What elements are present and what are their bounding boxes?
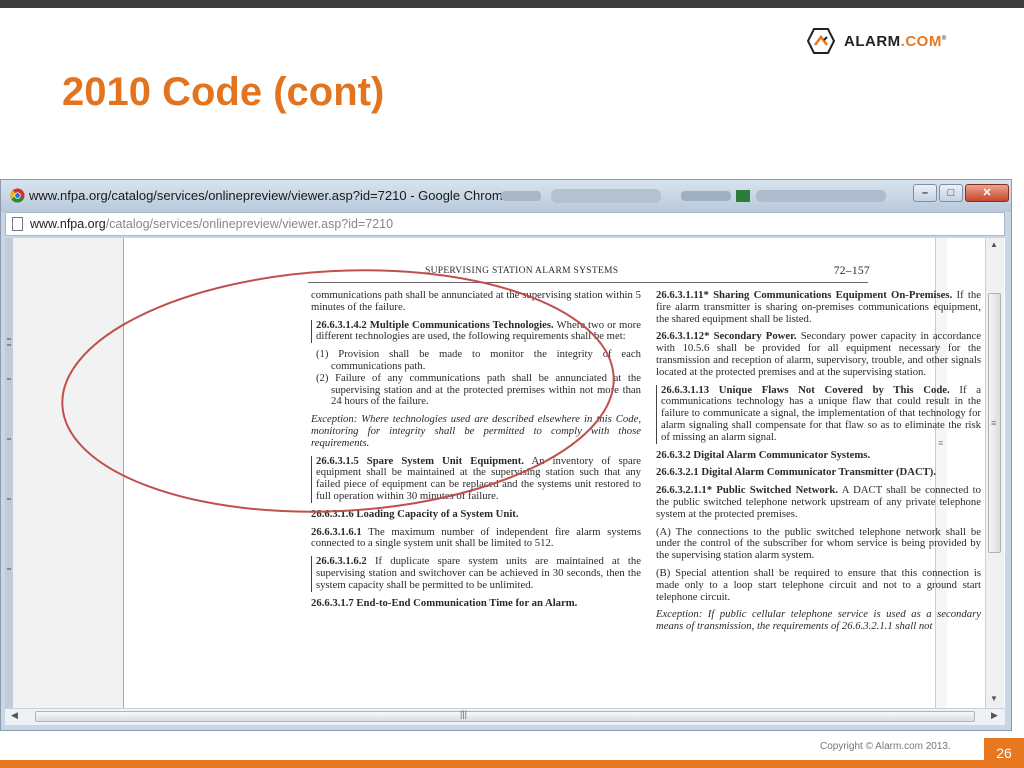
list-item: (1) Provision shall be made to monitor t…: [316, 348, 641, 372]
right-column: 26.6.3.1.11* Sharing Communications Equi…: [656, 289, 981, 639]
paragraph: communications path shall be annunciated…: [311, 289, 641, 313]
bottom-accent-bar: [0, 760, 984, 768]
paragraph: (B) Special attention shall be required …: [656, 566, 981, 603]
section-heading: 26.6.3.1.6 Loading Capacity of a System …: [311, 507, 519, 520]
left-edge-strip: [5, 238, 13, 708]
vertical-scrollbar[interactable]: ▲ ≡ ▼: [985, 238, 1004, 708]
scroll-down-icon[interactable]: ▼: [990, 694, 998, 703]
page-ref: 72–157: [833, 265, 870, 277]
paragraph: 26.6.3.1.6.1 The maximum number of indep…: [311, 525, 641, 550]
horizontal-grip-icon: |||: [460, 709, 468, 719]
page-icon: [12, 217, 23, 231]
slide-title: 2010 Code (cont): [62, 70, 385, 114]
scroll-grip-icon: ≡: [991, 418, 997, 428]
scroll-left-icon[interactable]: ◀: [11, 710, 18, 721]
minimize-button[interactable]: –: [913, 184, 937, 202]
alarm-com-badge-icon: [806, 26, 836, 56]
logo-text: ALARM.COM®: [844, 32, 947, 50]
paragraph: 26.6.3.2.1.1* Public Switched Network. A…: [656, 484, 981, 520]
paragraph: 26.6.3.1.5 Spare System Unit Equipment. …: [311, 455, 641, 503]
paragraph: 26.6.3.1.11* Sharing Communications Equi…: [656, 289, 981, 325]
paragraph: 26.6.3.1.4.2 Multiple Communications Tec…: [311, 319, 641, 344]
section-heading: 26.6.3.2 Digital Alarm Communicator Syst…: [656, 448, 871, 461]
maximize-button[interactable]: □: [939, 184, 963, 202]
left-column: communications path shall be annunciated…: [311, 289, 641, 615]
window-controls: – □ ✕: [911, 184, 1009, 206]
exception-text: Exception: Where technologies used are d…: [311, 413, 641, 449]
address-bar[interactable]: www.nfpa.org/catalog/services/onlineprev…: [5, 212, 1005, 236]
horizontal-scrollbar-thumb[interactable]: [35, 711, 975, 722]
header-rule: [308, 282, 868, 283]
paragraph: (A) The connections to the public switch…: [656, 525, 981, 562]
document-text: SUPERVISING STATION ALARM SYSTEMS 72–157 …: [118, 237, 981, 707]
paragraph: 26.6.3.1.13 Unique Flaws Not Covered by …: [656, 384, 981, 444]
running-head: SUPERVISING STATION ALARM SYSTEMS 72–157: [425, 265, 870, 277]
section-heading: 26.6.3.2.1 Digital Alarm Communicator Tr…: [656, 466, 937, 479]
scroll-up-icon[interactable]: ▲: [990, 240, 998, 249]
window-title: www.nfpa.org/catalog/services/onlineprev…: [29, 188, 510, 203]
exception-text: Exception: If public cellular telephone …: [656, 608, 981, 633]
chrome-icon: [10, 188, 25, 203]
top-bar: [0, 0, 1024, 8]
url-text[interactable]: www.nfpa.org/catalog/services/onlineprev…: [30, 217, 393, 231]
paragraph: 26.6.3.1.6.2 If duplicate spare system u…: [311, 555, 641, 592]
list-item: (2) Failure of any communications path s…: [316, 371, 641, 408]
title-bar: www.nfpa.org/catalog/services/onlineprev…: [1, 180, 1011, 212]
scroll-right-icon[interactable]: ▶: [991, 710, 998, 721]
viewer-margin: [13, 238, 123, 708]
copyright-text: Copyright © Alarm.com 2013.: [820, 741, 951, 752]
alarm-com-logo: ALARM.COM®: [806, 24, 1002, 58]
page-number-badge: 26: [984, 738, 1024, 768]
paragraph: 26.6.3.1.12* Secondary Power. Secondary …: [656, 330, 981, 378]
section-heading: 26.6.3.1.7 End-to-End Communication Time…: [311, 596, 578, 609]
blurred-taskbar-area: [501, 189, 886, 203]
horizontal-scrollbar[interactable]: ◀ ||| ▶: [5, 708, 1005, 725]
close-button[interactable]: ✕: [965, 184, 1009, 202]
